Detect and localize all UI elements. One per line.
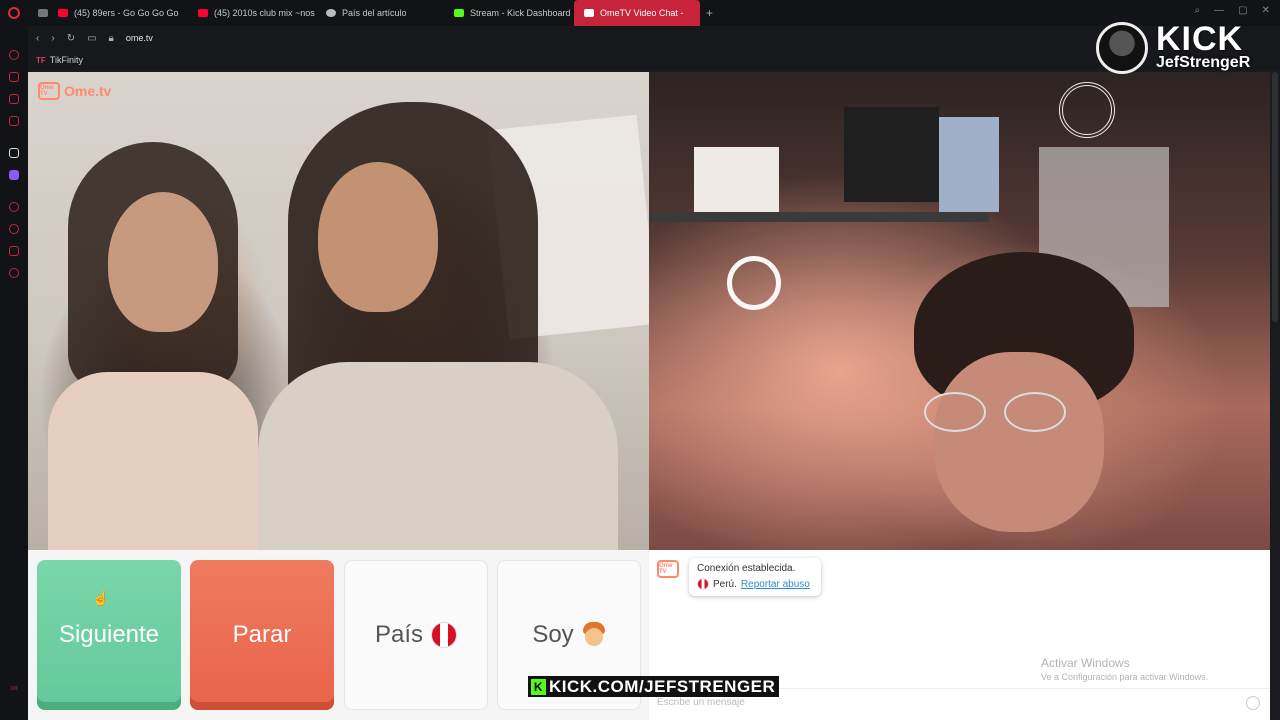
stop-button-label: Parar	[232, 621, 292, 648]
kick-channel-overlay: KICK JefStrengeR	[1096, 22, 1250, 74]
watermark-line1: Activar Windows	[1041, 656, 1130, 670]
tab-youtube-1[interactable]: (45) 89ers - Go Go Go Go	[48, 0, 188, 26]
aria-icon[interactable]	[9, 148, 19, 158]
kick-icon	[454, 9, 464, 17]
sidebar-footer-label: ox	[10, 685, 18, 692]
next-button[interactable]: Siguiente ☝	[37, 560, 181, 710]
youtube-icon	[198, 9, 208, 17]
lock-icon: 🔒︎	[108, 32, 114, 44]
browser-tab-bar: (45) 89ers - Go Go Go Go (45) 2010s club…	[0, 0, 1280, 26]
tab-kick-dashboard[interactable]: Stream - Kick Dashboard	[444, 0, 574, 26]
tab-label: (45) 2010s club mix ~nos	[214, 8, 315, 18]
camera-icon[interactable]: ▭	[87, 33, 96, 44]
url-field[interactable]: ome.tv	[126, 33, 153, 43]
reload-icon[interactable]: ↻	[67, 33, 75, 44]
kick-logo-icon: K	[531, 679, 546, 695]
settings-icon[interactable]	[9, 268, 19, 278]
hand-cursor-icon: ☝	[92, 590, 110, 606]
tab-label: (45) 89ers - Go Go Go Go	[74, 8, 179, 18]
close-icon[interactable]: ✕	[1262, 5, 1270, 16]
tikfinity-icon: TF	[36, 55, 46, 65]
ometv-page: Ome TV Ome.tv Siguiente ☝ Parar País Soy…	[28, 72, 1270, 720]
tab-youtube-2[interactable]: (45) 2010s club mix ~nos	[188, 0, 316, 26]
loading-spinner-icon	[727, 256, 781, 310]
tab-label: OmeTV Video Chat -	[600, 8, 684, 18]
channel-name: JefStrengeR	[1156, 54, 1251, 71]
tab-menu-icon[interactable]	[28, 0, 48, 26]
ometv-logo-text: Ome.tv	[64, 83, 112, 99]
country-button-label: País	[374, 621, 424, 648]
system-message: Conexión establecida. Perú. Reportar abu…	[689, 558, 821, 596]
tab-pais-articulo[interactable]: País del artículo	[316, 0, 444, 26]
chat-icon[interactable]	[9, 246, 19, 256]
country-button[interactable]: País	[344, 560, 488, 710]
kick-url-overlay: K KICK.COM/JEFSTRENGER	[528, 676, 780, 697]
gender-button-label: Soy	[532, 621, 574, 648]
tab-label: Stream - Kick Dashboard	[470, 8, 571, 18]
watermark-line2: Ve a Configuración para activar Windows.	[1041, 672, 1209, 682]
report-abuse-link[interactable]: Reportar abuso	[741, 579, 810, 590]
search-icon[interactable]: ⌕	[1195, 5, 1201, 16]
peru-flag-icon	[431, 622, 458, 648]
ometv-logo-box: Ome TV	[38, 82, 60, 100]
ometv-icon	[584, 9, 594, 17]
opera-logo-icon[interactable]	[0, 0, 28, 26]
country-text: Perú.	[713, 578, 737, 590]
self-video	[649, 72, 1270, 550]
message-input-placeholder: Escribe un mensaje	[657, 697, 745, 708]
window-controls: ⌕ — ▢ ✕	[1195, 5, 1270, 16]
bookmarks-bar: TF TikFinity	[28, 50, 1280, 70]
ometv-chat-icon: Ome TV	[657, 560, 679, 578]
kick-wordmark: KICK	[1156, 20, 1244, 58]
history-icon[interactable]	[9, 224, 19, 234]
stop-button[interactable]: Parar	[190, 560, 334, 710]
tab-ometv[interactable]: OmeTV Video Chat -	[574, 0, 700, 26]
twitch-icon[interactable]	[9, 170, 19, 180]
emoji-icon[interactable]	[1246, 696, 1260, 710]
player-icon[interactable]	[9, 202, 19, 212]
screen: (45) 89ers - Go Go Go Go (45) 2010s club…	[0, 0, 1280, 720]
tv-icon[interactable]	[9, 94, 19, 104]
back-icon[interactable]: ‹	[36, 33, 39, 44]
kick-url-text: KICK.COM/JEFSTRENGER	[549, 677, 776, 696]
messenger-icon[interactable]	[9, 50, 19, 60]
browser-sidebar: ox	[0, 26, 28, 720]
stranger-video: Ome TV Ome.tv	[28, 72, 649, 550]
maximize-icon[interactable]: ▢	[1238, 5, 1247, 16]
boy-avatar-icon	[582, 622, 606, 648]
globe-icon	[326, 9, 336, 17]
next-button-label: Siguiente	[58, 621, 160, 648]
streamer-avatar	[1096, 22, 1148, 74]
peru-flag-icon	[697, 578, 709, 590]
minimize-icon[interactable]: —	[1214, 5, 1224, 16]
tab-label: País del artículo	[342, 8, 407, 18]
connection-status: Conexión establecida.	[697, 563, 796, 574]
address-bar: ‹ › ↻ ▭ 🔒︎ ome.tv	[28, 26, 1280, 50]
shopping-icon[interactable]	[9, 72, 19, 82]
news-icon[interactable]	[9, 116, 19, 126]
bookmark-tikfinity[interactable]: TikFinity	[50, 55, 83, 65]
forward-icon[interactable]: ›	[51, 33, 54, 44]
ometv-logo: Ome TV Ome.tv	[38, 82, 111, 100]
page-scrollbar[interactable]	[1272, 72, 1278, 322]
new-tab-button[interactable]: +	[700, 6, 719, 20]
windows-activation-watermark: Activar Windows Ve a Configuración para …	[1041, 656, 1208, 682]
youtube-icon	[58, 9, 68, 17]
